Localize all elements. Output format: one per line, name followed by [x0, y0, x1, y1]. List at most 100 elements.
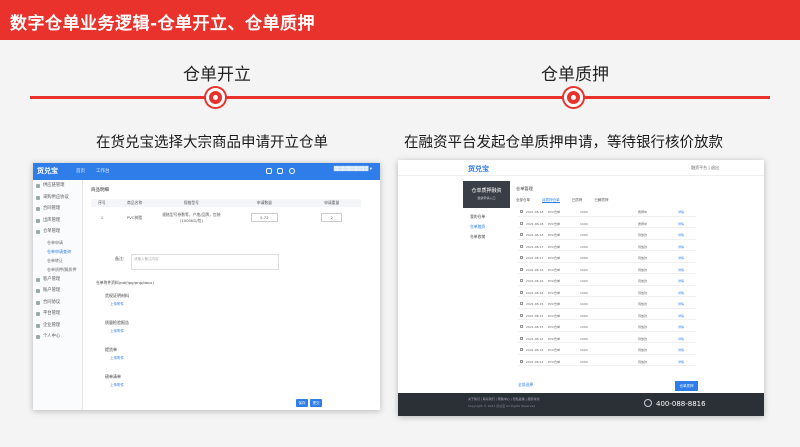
- remark-textarea[interactable]: 请输入备注内容: [131, 254, 279, 270]
- timeline-line: [30, 96, 770, 99]
- cell-qty[interactable]: 2.72: [226, 207, 302, 228]
- tab[interactable]: 已质押: [572, 198, 583, 202]
- timeline-node-pledge: [564, 88, 583, 107]
- table-row[interactable]: 2021-08-15 PVC仓单 1000 待放款 详情: [518, 300, 696, 309]
- row-detail-link[interactable]: 详情: [678, 245, 684, 249]
- sidebar-item-active[interactable]: 仓单融资: [470, 224, 485, 230]
- sidebar-item[interactable]: 个人中心: [33, 331, 82, 343]
- step-label-pledge: 仓单质押: [541, 65, 609, 85]
- sidebar-item[interactable]: 仓单管理: [33, 226, 82, 238]
- bell-icon[interactable]: [277, 168, 283, 174]
- table-row[interactable]: 2021-08-16 PVC仓单 1000 待放款 详情: [518, 277, 696, 286]
- sidebar-subitem[interactable]: 仓单申请: [33, 238, 82, 247]
- row-checkbox[interactable]: [520, 256, 523, 259]
- table-cell: 1000: [580, 279, 588, 283]
- sidebar-item[interactable]: 平台管理: [33, 308, 82, 320]
- table-cell: 2021-08-16: [526, 290, 544, 295]
- sidebar-item[interactable]: 出库管理: [33, 215, 82, 227]
- sidebar-item[interactable]: 客户管理: [33, 274, 82, 286]
- table-cell: 2021-08-15: [526, 302, 544, 306]
- user-menu[interactable]: 融资平台 | 退出: [691, 165, 719, 171]
- table-row[interactable]: 2021-08-17 PVC仓单 1000 待放款 详情: [518, 254, 696, 263]
- table-row[interactable]: 2021-08-18 PVC仓单 1000 质押中 详情: [518, 220, 696, 228]
- upload-link[interactable]: 上传附件: [110, 302, 124, 307]
- row-detail-link[interactable]: 详情: [678, 291, 684, 295]
- table-cell: PVC仓单: [548, 210, 560, 214]
- sidebar-item[interactable]: 采购供应协议: [33, 192, 82, 204]
- table-row[interactable]: 2021-08-16 PVC仓单 1000 待放款 详情: [518, 289, 696, 297]
- row-checkbox[interactable]: [520, 313, 523, 317]
- sidebar-item[interactable]: 合同管理: [33, 203, 82, 215]
- table-cell: PVC仓单: [548, 267, 560, 272]
- row-checkbox[interactable]: [520, 233, 523, 236]
- row-detail-link[interactable]: 详情: [678, 314, 684, 318]
- sidebar-subitem[interactable]: 仓单质押/解质押: [33, 265, 82, 274]
- row-detail-link[interactable]: 详情: [678, 360, 684, 364]
- phone-icon: [644, 399, 652, 407]
- tab-active[interactable]: 待质押仓单: [542, 198, 560, 203]
- table-row[interactable]: 2021-08-14 PVC仓单 1000 待放款 详情: [518, 358, 696, 366]
- row-detail-link[interactable]: 详情: [678, 256, 684, 260]
- row-detail-link[interactable]: 详情: [678, 268, 684, 272]
- table-row[interactable]: 2021-08-16 PVC仓单 1000 待放款 详情: [518, 266, 696, 274]
- row-detail-link[interactable]: 详情: [678, 210, 684, 214]
- sidebar-item[interactable]: 供应链管理: [33, 180, 82, 192]
- row-checkbox[interactable]: [520, 325, 523, 328]
- table-cell: 2021-08-15: [526, 313, 544, 318]
- table-cell: 2021-08-16: [526, 279, 544, 283]
- sidebar-item[interactable]: 企业管理: [33, 320, 82, 332]
- row-checkbox[interactable]: [520, 290, 523, 294]
- row-detail-link[interactable]: 详情: [678, 337, 684, 341]
- save-button[interactable]: 保存: [296, 399, 308, 407]
- row-detail-link[interactable]: 详情: [678, 348, 684, 352]
- sidebar-item[interactable]: 我的仓单: [470, 214, 485, 220]
- upload-link[interactable]: 上传附件: [110, 356, 124, 361]
- row-checkbox[interactable]: [520, 267, 523, 271]
- row-detail-link[interactable]: 详情: [678, 233, 684, 237]
- table-cell: 1000: [580, 256, 588, 260]
- table-row[interactable]: 2021-08-14 PVC仓单 1000 待放款 详情: [518, 335, 696, 343]
- table-row[interactable]: 2021-08-18 PVC仓单 1000 质押中 详情: [518, 208, 696, 217]
- home-icon[interactable]: [266, 168, 272, 174]
- row-checkbox[interactable]: [520, 221, 523, 225]
- row-detail-link[interactable]: 详情: [678, 325, 684, 329]
- row-checkbox[interactable]: [520, 336, 523, 340]
- sidebar-item[interactable]: 账户管理: [33, 285, 82, 297]
- tab[interactable]: 全部仓单: [516, 198, 530, 202]
- table-row[interactable]: 2021-08-15 PVC仓单 1000 待放款 详情: [518, 323, 696, 332]
- step-label-open: 仓单开立: [183, 65, 251, 85]
- row-detail-link[interactable]: 详情: [678, 302, 684, 306]
- table-cell: 待放款: [638, 233, 648, 237]
- table-cell: 2021-08-14: [526, 348, 544, 352]
- sidebar-item[interactable]: 合同协议: [33, 297, 82, 309]
- sidebar-item[interactable]: 仓单收储: [470, 234, 485, 240]
- table-cell: PVC仓单: [548, 359, 560, 364]
- row-checkbox[interactable]: [520, 348, 523, 351]
- table-row[interactable]: 2021-08-17 PVC仓单 1000 待放款 详情: [518, 243, 696, 251]
- select-all-checkbox[interactable]: 全部选择: [518, 382, 533, 388]
- pledge-submit-button[interactable]: 仓单质押: [675, 381, 698, 391]
- row-detail-link[interactable]: 详情: [678, 279, 684, 283]
- row-checkbox[interactable]: [520, 210, 523, 213]
- upload-link[interactable]: 上传附件: [110, 329, 124, 334]
- cell-product: PVC树脂: [127, 214, 143, 220]
- sidebar-subitem-active[interactable]: 仓单申请查询: [33, 247, 82, 256]
- sidebar-subitem[interactable]: 仓单转让: [33, 256, 82, 265]
- nav-home[interactable]: 首页: [76, 168, 85, 174]
- row-checkbox[interactable]: [520, 279, 523, 282]
- upload-link[interactable]: 上传附件: [110, 383, 124, 388]
- table-row[interactable]: 2021-08-14 PVC仓单 1000 待放款 详情: [518, 346, 696, 355]
- remark-label: 备注:: [115, 256, 125, 261]
- cell-weight[interactable]: 2: [302, 207, 361, 228]
- avatar[interactable]: [289, 168, 295, 174]
- submit-button[interactable]: 提交: [310, 399, 322, 407]
- row-checkbox[interactable]: [520, 359, 523, 363]
- row-checkbox[interactable]: [520, 244, 523, 248]
- nav-workbench[interactable]: 工作台: [96, 168, 110, 174]
- table-row[interactable]: 2021-08-15 PVC仓单 1000 待放款 详情: [518, 312, 696, 320]
- row-detail-link[interactable]: 详情: [678, 222, 684, 226]
- table-row[interactable]: 2021-08-18 PVC仓单 1000 待放款 详情: [518, 231, 696, 240]
- footer-links[interactable]: 关于我们 | 联系我们 | 帮助中心 | 隐私政策 | 服务条款: [468, 397, 540, 401]
- tab[interactable]: 已解质押: [594, 198, 608, 202]
- row-checkbox[interactable]: [520, 302, 523, 305]
